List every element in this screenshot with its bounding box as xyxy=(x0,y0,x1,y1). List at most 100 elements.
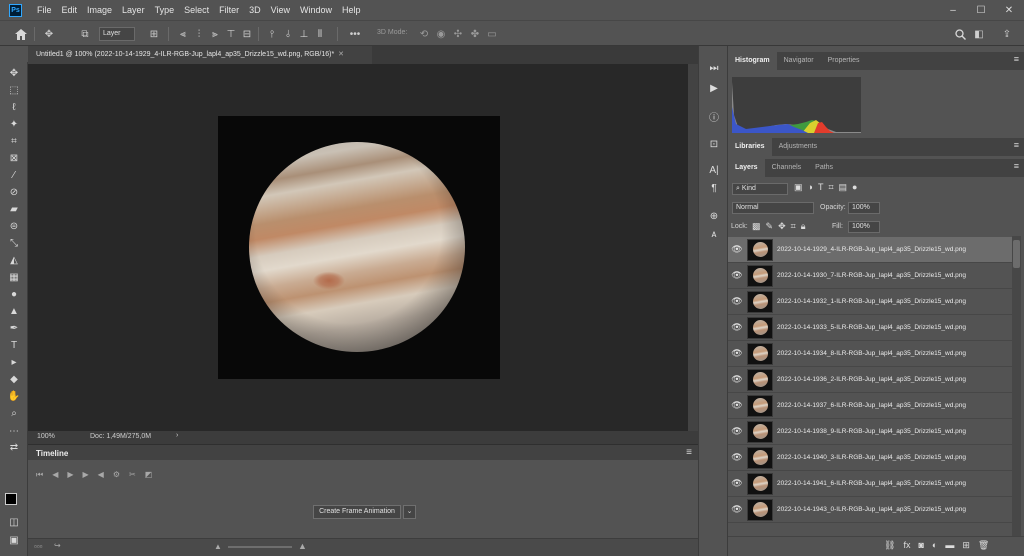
create-animation-dropdown[interactable]: ⌄ xyxy=(403,505,416,519)
magic-wand-tool-icon[interactable]: ✦ xyxy=(6,116,22,132)
edit-toolbar-icon[interactable]: ⋯ xyxy=(6,423,22,439)
default-colors-icon[interactable]: ⇄ xyxy=(6,439,22,455)
filter-toggle-icon[interactable]: ● xyxy=(852,182,857,193)
lock-all-icon[interactable]: 🔒︎ xyxy=(801,221,806,232)
timeline-frames-icon[interactable]: ▫▫▫ xyxy=(34,542,43,551)
tab-adjustments[interactable]: Adjustments xyxy=(772,138,825,156)
more-options-icon[interactable]: ••• xyxy=(348,27,362,41)
close-tab-icon[interactable]: ✕ xyxy=(338,51,344,58)
shape-tool-icon[interactable]: ◆ xyxy=(6,371,22,387)
filter-type-icon[interactable]: T xyxy=(818,182,824,193)
visibility-eye-icon[interactable]: 👁︎ xyxy=(728,296,746,307)
minimize-button[interactable]: – xyxy=(940,0,966,20)
distribute-bottom-icon[interactable]: ⊥ xyxy=(297,27,311,41)
transform-controls-icon[interactable]: ⊞ xyxy=(147,27,161,41)
lasso-tool-icon[interactable]: ℓ xyxy=(6,99,22,115)
path-selection-tool-icon[interactable]: ▸ xyxy=(6,354,22,370)
timeline-convert-icon[interactable]: ↪ xyxy=(54,541,61,550)
3d-scale-icon[interactable]: ▭ xyxy=(485,27,499,41)
tab-histogram[interactable]: Histogram xyxy=(728,52,777,70)
tab-libraries[interactable]: Libraries xyxy=(728,138,772,156)
clone-source-panel-icon[interactable]: ⊕ xyxy=(706,208,722,224)
blur-tool-icon[interactable]: ● xyxy=(6,286,22,302)
align-right-icon[interactable]: ⫸ xyxy=(208,27,222,41)
tab-layers[interactable]: Layers xyxy=(728,159,765,177)
layer-row[interactable]: 👁︎ 2022-10-14-1934_8-ILR-RGB-Jup_lapl4_ap… xyxy=(728,341,1016,367)
layer-style-icon[interactable]: fx xyxy=(903,540,910,551)
crop-tool-icon[interactable]: ⌗ xyxy=(6,133,22,149)
layer-row[interactable]: 👁︎ 2022-10-14-1943_0-ILR-RGB-Jup_lapl4_ap… xyxy=(728,497,1016,523)
distribute-middle-icon[interactable]: ⫰ xyxy=(281,27,295,41)
distribute-horizontal-icon[interactable]: ⫴ xyxy=(313,27,327,41)
frame-tool-icon[interactable]: ⊠ xyxy=(6,150,22,166)
filter-smart-object-icon[interactable]: ▤ xyxy=(839,182,848,193)
auto-select-target-dropdown[interactable]: Layer xyxy=(99,27,135,41)
info-panel-icon[interactable]: ⓘ xyxy=(706,108,722,124)
timeline-zoom-slider[interactable] xyxy=(228,546,292,548)
visibility-eye-icon[interactable]: 👁︎ xyxy=(728,270,746,281)
visibility-eye-icon[interactable]: 👁︎ xyxy=(728,322,746,333)
add-mask-icon[interactable]: ◙ xyxy=(918,540,923,551)
paragraph-panel-icon[interactable]: ¶ xyxy=(706,180,722,196)
audio-icon[interactable]: ◀ xyxy=(98,470,104,480)
first-frame-icon[interactable]: ⏮ xyxy=(36,470,43,480)
histogram-menu-icon[interactable]: ≡ xyxy=(1014,54,1019,64)
history-panel-icon[interactable]: ⏭ xyxy=(706,60,722,76)
align-center-icon[interactable]: ⫶ xyxy=(192,27,206,41)
play-icon[interactable]: ▶ xyxy=(67,470,73,480)
previous-frame-icon[interactable]: ◀ xyxy=(52,470,58,480)
zoom-out-mountain-icon[interactable]: ▲ xyxy=(214,542,222,551)
new-layer-icon[interactable]: ⊞ xyxy=(962,540,970,551)
layer-row[interactable]: 👁︎ 2022-10-14-1933_5-ILR-RGB-Jup_lapl4_ap… xyxy=(728,315,1016,341)
eraser-tool-icon[interactable]: ◭ xyxy=(6,252,22,268)
layers-menu-icon[interactable]: ≡ xyxy=(1014,161,1019,171)
3d-slide-icon[interactable]: ✤ xyxy=(468,27,482,41)
filter-pixel-icon[interactable]: ▣ xyxy=(794,182,803,193)
split-clip-icon[interactable]: ✂ xyxy=(129,470,136,480)
visibility-eye-icon[interactable]: 👁︎ xyxy=(728,400,746,411)
glyphs-panel-icon[interactable]: ᴀ xyxy=(706,226,722,242)
tab-paths[interactable]: Paths xyxy=(808,159,840,177)
settings-gear-icon[interactable]: ⚙ xyxy=(113,470,120,480)
character-panel-icon[interactable]: A| xyxy=(706,162,722,178)
maximize-button[interactable]: ☐ xyxy=(968,0,994,20)
lock-transparent-icon[interactable]: ▩ xyxy=(752,221,761,232)
screen-mode-icon[interactable]: ▣ xyxy=(6,532,22,548)
zoom-level[interactable]: 100% xyxy=(37,433,55,440)
layers-scrollbar-thumb[interactable] xyxy=(1013,240,1020,268)
layer-row[interactable]: 👁︎ 2022-10-14-1936_2-ILR-RGB-Jup_lapl4_ap… xyxy=(728,367,1016,393)
marquee-tool-icon[interactable]: ⬚ xyxy=(6,82,22,98)
tab-channels[interactable]: Channels xyxy=(765,159,809,177)
close-window-button[interactable]: ✕ xyxy=(996,0,1022,20)
transition-icon[interactable]: ◩ xyxy=(145,470,153,480)
home-icon[interactable] xyxy=(14,27,28,41)
gradient-tool-icon[interactable]: ▦ xyxy=(6,269,22,285)
move-tool-icon[interactable]: ✥ xyxy=(6,65,22,81)
visibility-eye-icon[interactable]: 👁︎ xyxy=(728,244,746,255)
layers-scrollbar[interactable] xyxy=(1012,236,1021,536)
pen-tool-icon[interactable]: ✒ xyxy=(6,320,22,336)
timeline-title[interactable]: Timeline xyxy=(36,449,68,458)
visibility-eye-icon[interactable]: 👁︎ xyxy=(728,348,746,359)
workspace-icon[interactable]: ◧ xyxy=(972,27,986,41)
move-tool-preset-icon[interactable]: ✥ xyxy=(42,27,56,41)
tab-properties[interactable]: Properties xyxy=(821,52,867,70)
search-icon[interactable] xyxy=(953,27,967,41)
share-icon[interactable]: ⇪ xyxy=(1000,27,1014,41)
layer-row[interactable]: 👁︎ 2022-10-14-1937_6-ILR-RGB-Jup_lapl4_ap… xyxy=(728,393,1016,419)
layer-row[interactable]: 👁︎ 2022-10-14-1938_9-ILR-RGB-Jup_lapl4_ap… xyxy=(728,419,1016,445)
auto-select-icon[interactable]: ⧉ xyxy=(78,27,92,41)
dodge-tool-icon[interactable]: ▲ xyxy=(6,303,22,319)
menu-3d[interactable]: 3D xyxy=(244,5,266,15)
align-top-icon[interactable]: ⊤ xyxy=(224,27,238,41)
align-left-icon[interactable]: ⫷ xyxy=(176,27,190,41)
menu-window[interactable]: Window xyxy=(295,5,337,15)
layer-row[interactable]: 👁︎ 2022-10-14-1930_7-ILR-RGB-Jup_lapl4_ap… xyxy=(728,263,1016,289)
delete-layer-icon[interactable]: 🗑︎ xyxy=(978,540,989,551)
menu-type[interactable]: Type xyxy=(150,5,180,15)
visibility-eye-icon[interactable]: 👁︎ xyxy=(728,426,746,437)
foreground-color-swatch[interactable] xyxy=(5,493,17,505)
history-brush-tool-icon[interactable]: ⤡ xyxy=(6,235,22,251)
align-middle-icon[interactable]: ⊟ xyxy=(240,27,254,41)
filter-shape-icon[interactable]: ⌗ xyxy=(828,182,833,193)
